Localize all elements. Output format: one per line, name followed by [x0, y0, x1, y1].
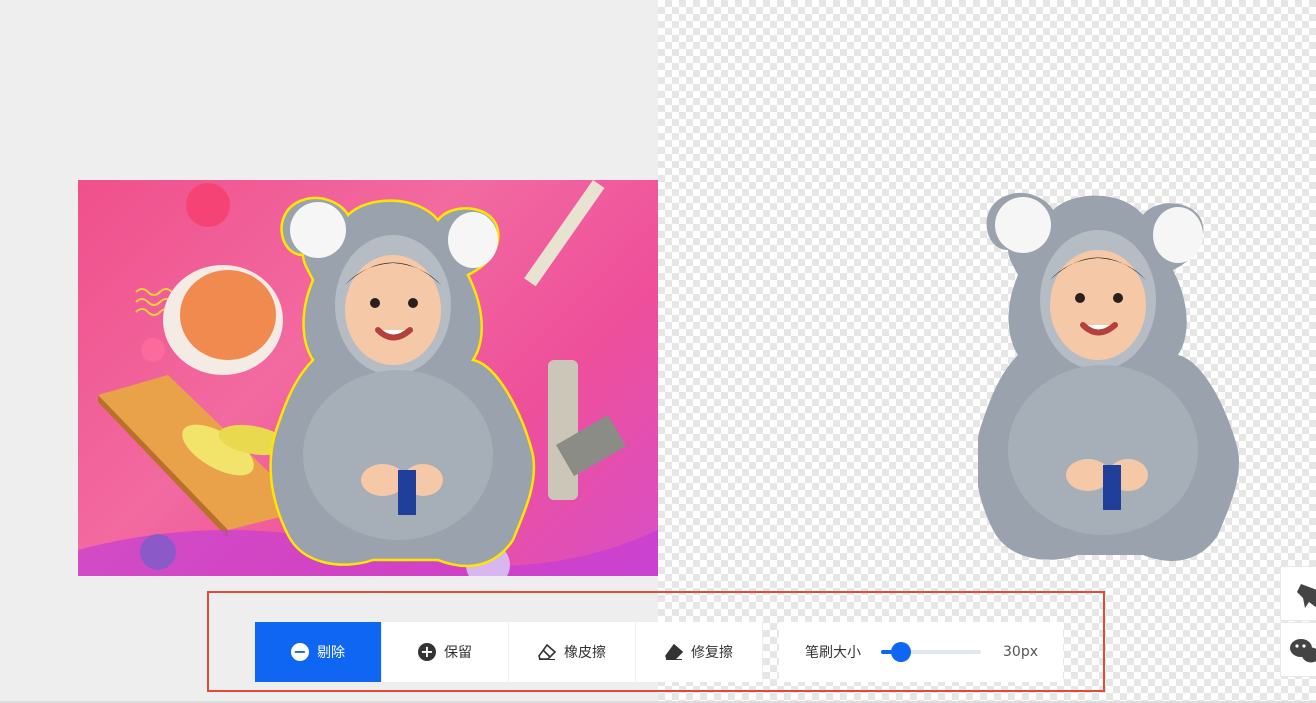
- keep-label: 保留: [444, 645, 472, 661]
- source-scene: [78, 180, 658, 576]
- minus-circle-icon: −: [291, 643, 309, 661]
- eraser-icon: [538, 644, 556, 660]
- source-image[interactable]: [78, 180, 658, 576]
- restore-eraser-icon: [665, 644, 683, 660]
- wechat-icon: [1290, 638, 1316, 662]
- brush-size-panel: 笔刷大小 30px: [779, 622, 1063, 682]
- slider-thumb[interactable]: [891, 642, 911, 662]
- eraser-label: 橡皮擦: [564, 645, 606, 661]
- matting-toolbar: − 剔除 + 保留 橡皮擦 修复擦: [255, 622, 763, 682]
- remove-label: 剔除: [317, 645, 345, 661]
- cutout-result: [978, 192, 1239, 561]
- remove-button[interactable]: − 剔除: [255, 622, 382, 682]
- side-logo-button[interactable]: [1280, 566, 1316, 621]
- plus-circle-icon: +: [418, 643, 436, 661]
- keep-button[interactable]: + 保留: [382, 622, 509, 682]
- restore-label: 修复擦: [691, 645, 733, 661]
- eraser-button[interactable]: 橡皮擦: [509, 622, 636, 682]
- brush-size-value: 30px: [1003, 644, 1038, 660]
- brush-size-label: 笔刷大小: [805, 645, 861, 661]
- restore-eraser-button[interactable]: 修复擦: [636, 622, 763, 682]
- brush-size-slider[interactable]: [881, 642, 981, 662]
- bird-logo-icon: [1297, 583, 1316, 608]
- side-wechat-button[interactable]: [1280, 622, 1316, 677]
